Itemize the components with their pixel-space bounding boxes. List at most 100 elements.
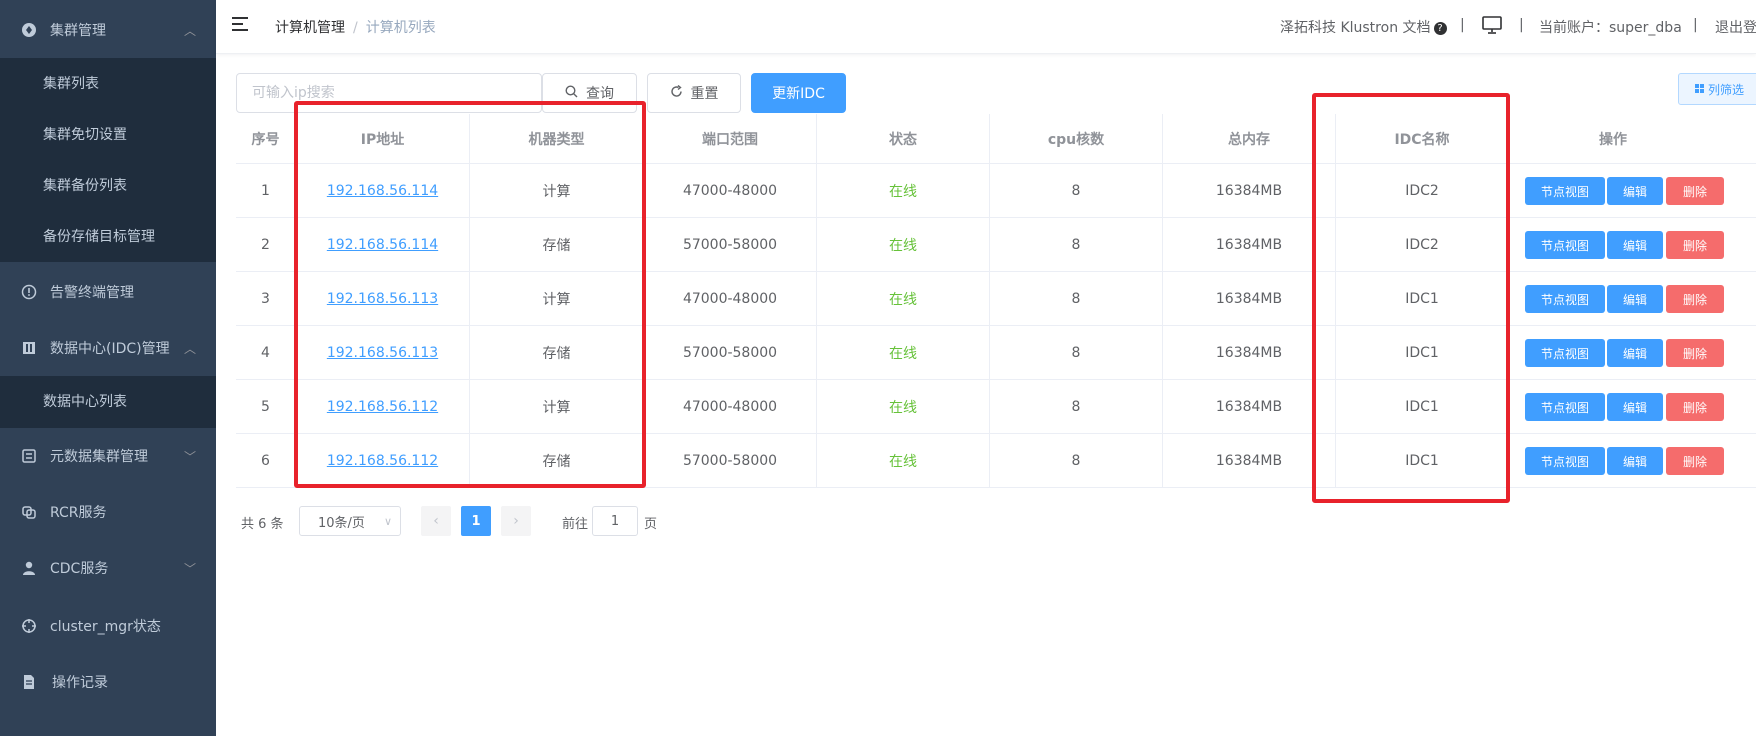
menu-cluster-mgr-status[interactable]: cluster_mgr状态: [0, 598, 216, 654]
delete-button[interactable]: 删除: [1666, 393, 1724, 421]
query-button[interactable]: 查询: [542, 73, 637, 113]
header-cell: 端口范围: [644, 114, 817, 163]
edit-button[interactable]: 编辑: [1607, 339, 1663, 367]
actions-cell: 节点视图 编辑 删除: [1509, 380, 1756, 433]
node-view-button[interactable]: 节点视图: [1525, 447, 1605, 475]
delete-button[interactable]: 删除: [1666, 285, 1724, 313]
ip-link[interactable]: 192.168.56.113: [327, 345, 438, 361]
page-size-select[interactable]: 10条/页 ∨: [299, 506, 401, 536]
menu-rcr-service[interactable]: RCR服务: [0, 484, 216, 540]
node-view-button[interactable]: 节点视图: [1525, 339, 1605, 367]
submenu-label: 集群备份列表: [43, 178, 127, 194]
sidebar: 集群管理 ︿ 集群列表 集群免切设置 集群备份列表 备份存储目标管理 告警终端管…: [0, 0, 216, 736]
node-view-button[interactable]: 节点视图: [1525, 177, 1605, 205]
actions-cell: 节点视图 编辑 删除: [1509, 326, 1756, 379]
top-navbar: 计算机管理 / 计算机列表 泽拓科技 Klustron 文档? | | 当前账户：s…: [216, 0, 1756, 54]
page-number-current[interactable]: 1: [461, 506, 491, 536]
menu-cluster-management[interactable]: 集群管理 ︿: [0, 2, 216, 58]
cell-cpu: 8: [1071, 236, 1081, 253]
ip-link[interactable]: 192.168.56.114: [327, 237, 438, 253]
ip-link[interactable]: 192.168.56.113: [327, 291, 438, 307]
cell-type: 存储: [542, 345, 571, 362]
ip-link[interactable]: 192.168.56.112: [327, 399, 438, 415]
column-filter-label: 列筛选: [1708, 82, 1745, 97]
column-filter-button[interactable]: 列筛选: [1678, 73, 1756, 105]
node-view-button[interactable]: 节点视图: [1525, 393, 1605, 421]
chevron-left-icon: ‹: [433, 513, 439, 529]
chevron-up-icon: ︿: [183, 341, 196, 356]
chevron-up-icon: ︿: [183, 23, 196, 38]
cell-idc: IDC1: [1405, 344, 1439, 361]
prev-page-button[interactable]: ‹: [421, 506, 451, 536]
edit-button[interactable]: 编辑: [1607, 393, 1663, 421]
monitor-icon[interactable]: [1482, 16, 1502, 38]
menu-alert-terminal[interactable]: 告警终端管理: [0, 264, 216, 320]
table-row: 3 192.168.56.113 计算 47000-48000 在线 8 16384MB ID…: [236, 272, 1756, 326]
table-cell: 在线: [817, 164, 990, 217]
table-row: 6 192.168.56.112 存储 57000-58000 在线 8 16384MB ID…: [236, 434, 1756, 488]
table-cell: 47000-48000: [644, 164, 817, 217]
delete-button[interactable]: 删除: [1666, 447, 1724, 475]
node-view-button[interactable]: 节点视图: [1525, 285, 1605, 313]
submenu-label: 数据中心列表: [43, 394, 127, 410]
menu-cdc-service[interactable]: CDC服务 ﹀: [0, 540, 216, 596]
cell-type: 计算: [542, 291, 571, 308]
hamburger-icon[interactable]: [232, 16, 250, 32]
docs-link[interactable]: 泽拓科技 Klustron 文档?: [1280, 17, 1447, 37]
node-view-button[interactable]: 节点视图: [1525, 231, 1605, 259]
cell-no: 6: [261, 452, 270, 469]
next-page-button[interactable]: ›: [501, 506, 531, 536]
table-row: 5 192.168.56.112 计算 47000-48000 在线 8 16384MB ID…: [236, 380, 1756, 434]
table-row: 2 192.168.56.114 存储 57000-58000 在线 8 16384MB ID…: [236, 218, 1756, 272]
breadcrumb-parent[interactable]: 计算机管理: [275, 20, 345, 36]
delete-button[interactable]: 删除: [1666, 231, 1724, 259]
table-cell: 6: [236, 434, 296, 487]
edit-button[interactable]: 编辑: [1607, 285, 1663, 313]
menu-operation-log[interactable]: 操作记录: [0, 654, 216, 710]
ip-link[interactable]: 192.168.56.112: [327, 453, 438, 469]
total-count: 共 6 条: [241, 517, 284, 532]
edit-button[interactable]: 编辑: [1607, 231, 1663, 259]
table-cell: 存储: [470, 434, 644, 487]
menu-idc-management[interactable]: 数据中心(IDC)管理 ︿: [0, 320, 216, 376]
reset-button[interactable]: 重置: [647, 73, 741, 113]
status-badge: 在线: [889, 237, 917, 254]
cell-idc: IDC1: [1405, 452, 1439, 469]
logout-link[interactable]: 退出登: [1715, 17, 1756, 37]
ip-link[interactable]: 192.168.56.114: [327, 183, 438, 199]
status-badge: 在线: [889, 345, 917, 362]
goto-page-input[interactable]: [592, 506, 638, 536]
edit-button[interactable]: 编辑: [1607, 177, 1663, 205]
table-cell: 2: [236, 218, 296, 271]
user-icon: [20, 559, 38, 577]
idc-submenu: 数据中心列表: [0, 376, 216, 428]
cell-cpu: 8: [1071, 290, 1081, 307]
header-cell: IP地址: [296, 114, 470, 163]
sidebar-item-backup-storage[interactable]: 备份存储目标管理: [0, 211, 216, 261]
header-divider: |: [1460, 17, 1465, 33]
update-idc-button[interactable]: 更新IDC: [751, 73, 846, 113]
table-header: 序号 IP地址 机器类型 端口范围 状态 cpu核数 总内存 IDC名称 操作: [236, 114, 1756, 164]
cell-idc: IDC1: [1405, 290, 1439, 307]
cluster-icon: [20, 21, 38, 39]
table-cell: 192.168.56.114: [296, 218, 470, 271]
table-cell: 16384MB: [1163, 380, 1336, 433]
cell-cpu: 8: [1071, 452, 1081, 469]
header-cell: 操作: [1599, 131, 1627, 148]
table-cell: IDC2: [1336, 218, 1509, 271]
docs-link-label: 泽拓科技 Klustron 文档: [1280, 20, 1431, 36]
sidebar-item-cluster-failover[interactable]: 集群免切设置: [0, 109, 216, 159]
menu-metadata-cluster[interactable]: 元数据集群管理 ﹀: [0, 428, 216, 484]
edit-button[interactable]: 编辑: [1607, 447, 1663, 475]
delete-button[interactable]: 删除: [1666, 177, 1724, 205]
sidebar-item-idc-list[interactable]: 数据中心列表: [0, 376, 216, 426]
table-cell: 192.168.56.112: [296, 434, 470, 487]
sidebar-item-cluster-backup[interactable]: 集群备份列表: [0, 160, 216, 210]
table-cell: 8: [990, 272, 1163, 325]
ip-search-input[interactable]: [236, 73, 542, 113]
search-icon: [565, 84, 578, 102]
delete-button[interactable]: 删除: [1666, 339, 1724, 367]
breadcrumb-current: 计算机列表: [365, 20, 436, 36]
sidebar-item-cluster-list[interactable]: 集群列表: [0, 58, 216, 108]
table-cell: 在线: [817, 380, 990, 433]
